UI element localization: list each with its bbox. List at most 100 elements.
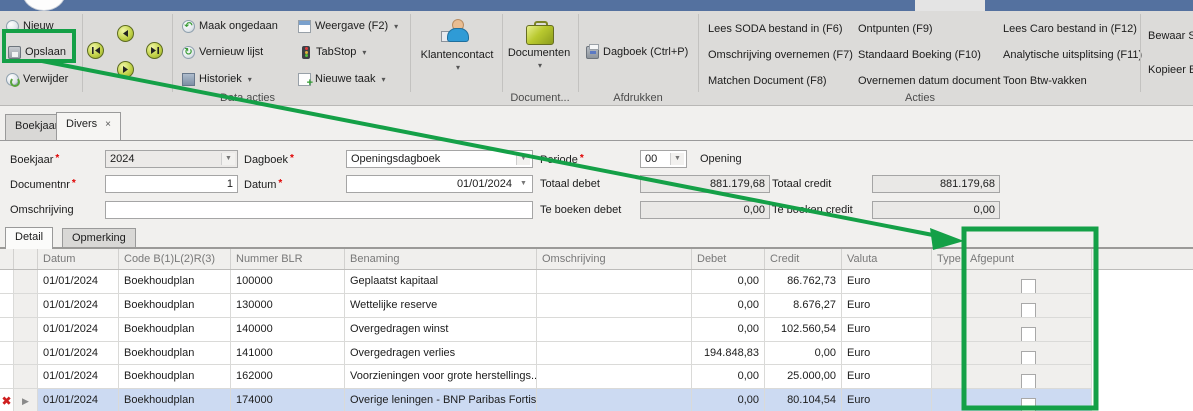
nieuwe-taak-button[interactable]: Nieuwe taak ▾ [298, 71, 386, 87]
cell-afgepunt[interactable] [965, 342, 1092, 365]
cell-credit[interactable]: 8.676,27 [765, 294, 842, 318]
table-row[interactable]: 01/01/2024 Boekhoudplan 141000 Overgedra… [0, 342, 1092, 365]
afgepunt-checkbox[interactable] [1021, 351, 1036, 365]
cell-omschrijving[interactable] [537, 389, 692, 411]
row-selector-cell[interactable] [14, 318, 38, 342]
cell-code[interactable]: Boekhoudplan [119, 270, 231, 294]
cell-credit[interactable]: 102.560,54 [765, 318, 842, 342]
cell-omschrijving[interactable] [537, 365, 692, 389]
cell-credit[interactable]: 80.104,54 [765, 389, 842, 411]
cell-datum[interactable]: 01/01/2024 [38, 318, 119, 342]
documenten-button[interactable]: Documenten ▾ [508, 19, 570, 70]
column-header-credit[interactable]: Credit [765, 249, 842, 269]
overnemen-datum-button[interactable]: Overnemen datum document [858, 74, 1000, 88]
table-row-selected[interactable]: ✖ ▶ 01/01/2024 Boekhoudplan 174000 Overi… [0, 389, 1092, 411]
cell-credit[interactable]: 86.762,73 [765, 270, 842, 294]
cell-benaming[interactable]: Overgedragen winst [345, 318, 537, 342]
cell-nummer[interactable]: 140000 [231, 318, 345, 342]
cell-afgepunt[interactable] [965, 294, 1092, 318]
periode-select[interactable]: 00▼ [640, 150, 687, 168]
afgepunt-checkbox[interactable] [1021, 398, 1036, 411]
row-selector-cell[interactable] [14, 342, 38, 365]
row-selector-cell[interactable] [14, 294, 38, 318]
cell-omschrijving[interactable] [537, 270, 692, 294]
cell-type[interactable] [932, 365, 965, 389]
cell-datum[interactable]: 01/01/2024 [38, 365, 119, 389]
cell-type[interactable] [932, 389, 965, 411]
cell-omschrijving[interactable] [537, 342, 692, 365]
cell-code[interactable]: Boekhoudplan [119, 389, 231, 411]
opslaan-button[interactable]: Opslaan [8, 44, 66, 60]
afgepunt-checkbox[interactable] [1021, 327, 1036, 342]
cell-debet[interactable]: 0,00 [692, 389, 765, 411]
column-header-benaming[interactable]: Benaming [345, 249, 537, 269]
cell-credit[interactable]: 0,00 [765, 342, 842, 365]
cell-code[interactable]: Boekhoudplan [119, 294, 231, 318]
nav-next-button[interactable] [117, 61, 134, 78]
weergave-button[interactable]: Weergave (F2) ▾ [298, 18, 398, 34]
cell-omschrijving[interactable] [537, 294, 692, 318]
dagboek-print-button[interactable]: Dagboek (Ctrl+P) [586, 44, 688, 60]
cell-afgepunt[interactable] [965, 389, 1092, 411]
cell-benaming[interactable]: Overgedragen verlies [345, 342, 537, 365]
cell-valuta[interactable]: Euro [842, 389, 932, 411]
lees-caro-button[interactable]: Lees Caro bestand in (F12) [1003, 22, 1137, 36]
vernieuw-lijst-button[interactable]: ↻ Vernieuw lijst [182, 44, 263, 60]
cell-type[interactable] [932, 318, 965, 342]
cell-type[interactable] [932, 342, 965, 365]
afgepunt-checkbox[interactable] [1021, 279, 1036, 294]
cell-credit[interactable]: 25.000,00 [765, 365, 842, 389]
column-header-datum[interactable]: Datum [38, 249, 119, 269]
column-header-debet[interactable]: Debet [692, 249, 765, 269]
bewaar-button[interactable]: Bewaar S [1148, 29, 1193, 43]
afgepunt-checkbox[interactable] [1021, 303, 1036, 318]
cell-datum[interactable]: 01/01/2024 [38, 270, 119, 294]
cell-code[interactable]: Boekhoudplan [119, 342, 231, 365]
documentnr-input[interactable]: 1 [105, 175, 238, 193]
nav-first-button[interactable] [87, 42, 104, 59]
matchen-document-button[interactable]: Matchen Document (F8) [708, 74, 827, 88]
ontpunten-button[interactable]: Ontpunten (F9) [858, 22, 933, 36]
cell-benaming[interactable]: Voorzieningen voor grote herstellings... [345, 365, 537, 389]
tab-opmerking[interactable]: Opmerking [62, 228, 136, 248]
cell-afgepunt[interactable] [965, 270, 1092, 294]
cell-debet[interactable]: 0,00 [692, 270, 765, 294]
cell-datum[interactable]: 01/01/2024 [38, 294, 119, 318]
column-header-code[interactable]: Code B(1)L(2)R(3) [119, 249, 231, 269]
cell-type[interactable] [932, 270, 965, 294]
omschrijving-overnemen-button[interactable]: Omschrijving overnemen (F7) [708, 48, 853, 62]
cell-valuta[interactable]: Euro [842, 365, 932, 389]
close-tab-icon[interactable]: × [105, 119, 111, 130]
cell-debet[interactable]: 0,00 [692, 365, 765, 389]
verwijder-button[interactable]: Verwijder [6, 71, 68, 87]
column-header-nummer[interactable]: Nummer BLR [231, 249, 345, 269]
cell-benaming[interactable]: Overige leningen - BNP Paribas Fortis [345, 389, 537, 411]
cell-nummer[interactable]: 162000 [231, 365, 345, 389]
maak-ongedaan-button[interactable]: ↶ Maak ongedaan [182, 18, 278, 34]
tab-divers[interactable]: Divers× [56, 112, 121, 140]
lees-soda-button[interactable]: Lees SODA bestand in (F6) [708, 22, 843, 36]
datum-input[interactable]: 01/01/2024▼ [346, 175, 533, 193]
toon-btw-vakken-button[interactable]: Toon Btw-vakken [1003, 74, 1087, 88]
standaard-boeking-button[interactable]: Standaard Boeking (F10) [858, 48, 981, 62]
cell-code[interactable]: Boekhoudplan [119, 318, 231, 342]
column-header-afgepunt[interactable]: Afgepunt [965, 249, 1092, 269]
cell-debet[interactable]: 194.848,83 [692, 342, 765, 365]
kopieer-button[interactable]: Kopieer B [1148, 63, 1193, 77]
column-header-valuta[interactable]: Valuta [842, 249, 932, 269]
omschrijving-input[interactable] [105, 201, 533, 219]
column-header-type[interactable]: Type [932, 249, 965, 269]
cell-debet[interactable]: 0,00 [692, 318, 765, 342]
cell-benaming[interactable]: Wettelijke reserve [345, 294, 537, 318]
cell-nummer[interactable]: 174000 [231, 389, 345, 411]
historiek-button[interactable]: Historiek ▾ [182, 71, 252, 87]
row-selector-cell[interactable]: ▶ [14, 389, 38, 411]
tab-detail[interactable]: Detail [5, 227, 53, 249]
row-selector-cell[interactable] [14, 270, 38, 294]
nav-last-button[interactable] [146, 42, 163, 59]
table-row[interactable]: 01/01/2024 Boekhoudplan 130000 Wettelijk… [0, 294, 1092, 318]
klantencontact-button[interactable]: Klantencontact ▾ [418, 19, 496, 72]
cell-type[interactable] [932, 294, 965, 318]
active-ribbon-tab-stub[interactable] [915, 0, 985, 11]
nieuw-button[interactable]: Nieuw [6, 18, 54, 34]
